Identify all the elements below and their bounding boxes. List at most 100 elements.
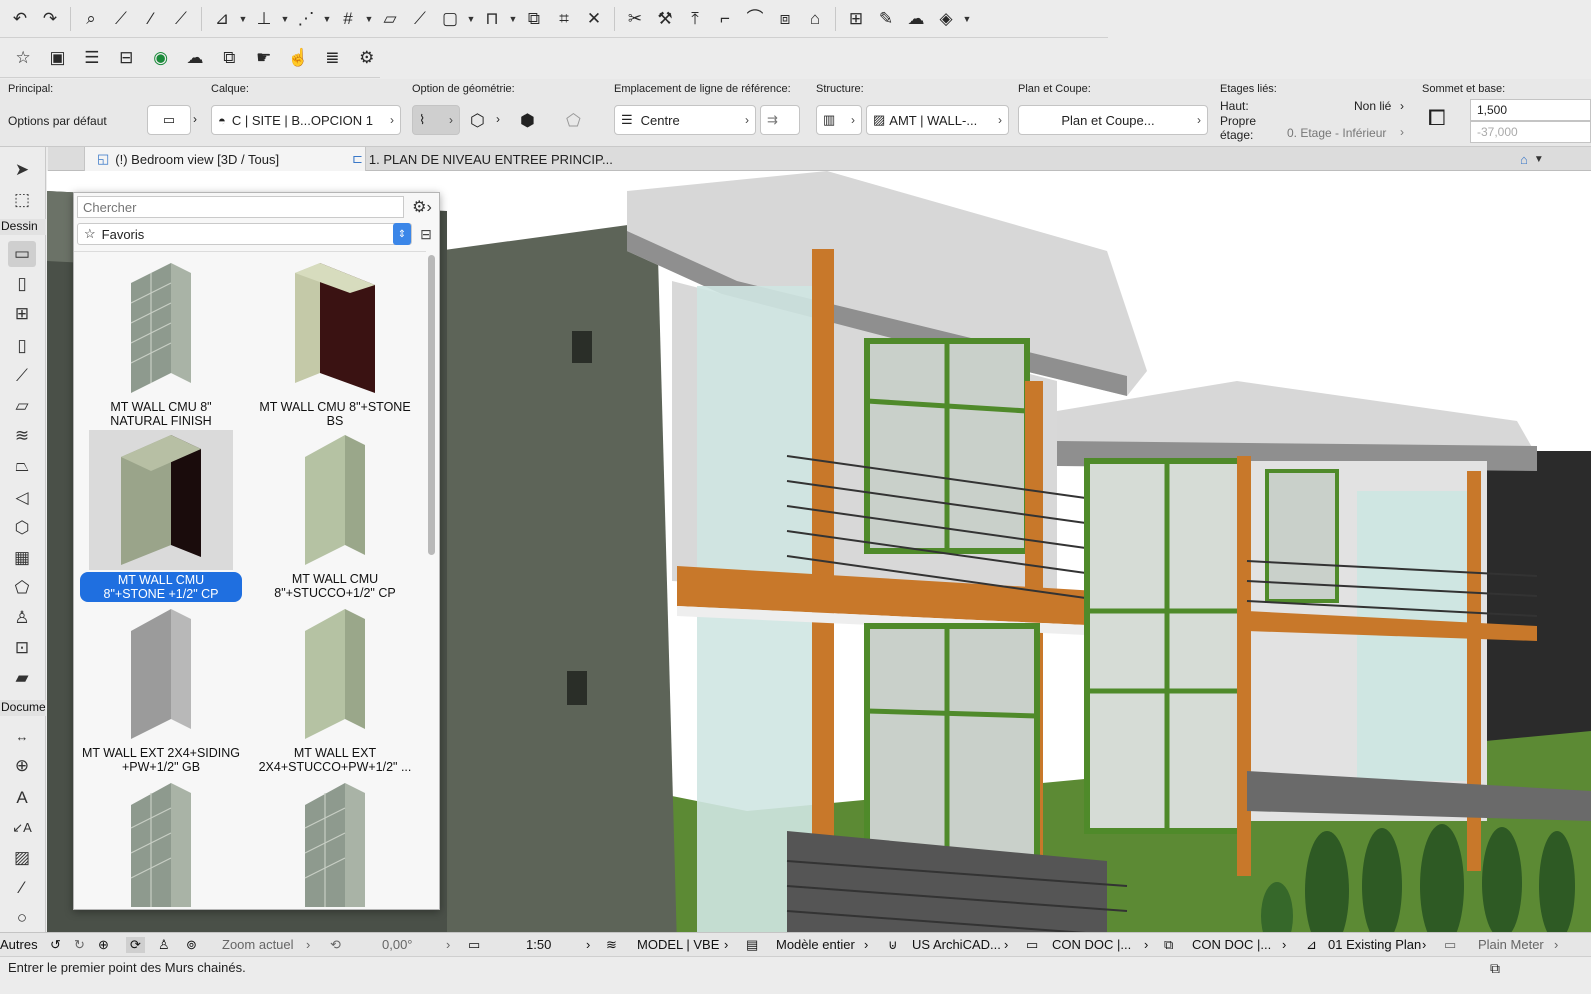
model-view-value[interactable]: Modèle entier — [776, 937, 855, 952]
angle-value[interactable]: 0,00° — [382, 937, 413, 952]
structure-selector[interactable]: ▨ AMT | WALL-... › — [866, 105, 1009, 135]
base-offset-field[interactable]: -37,000 — [1470, 121, 1591, 143]
chevron-right-icon[interactable]: › — [306, 937, 310, 952]
chevron-down-icon[interactable]: ▼ — [322, 14, 332, 24]
chevron-right-icon[interactable]: › — [1282, 937, 1286, 952]
favorite-item-selected[interactable]: MT WALL CMU 8"+STONE +1/2" CP — [76, 430, 246, 602]
undo-view-icon[interactable]: ↺ — [50, 937, 61, 953]
chevron-down-icon[interactable]: ▼ — [280, 14, 290, 24]
map-icon[interactable]: ⊟ — [113, 44, 139, 72]
guide-lines-icon[interactable]: ⊿ — [208, 5, 236, 33]
favorites-star-icon[interactable]: ☆ — [10, 44, 36, 72]
geometry-straight-button[interactable]: ⌇ › — [412, 105, 460, 135]
roof-icon[interactable]: ⌂ — [801, 5, 829, 33]
scale-value[interactable]: 1:50 — [526, 937, 551, 952]
favorite-item[interactable]: MT WALL EXT 2X4+STUCCO+PW+1/2" ... — [250, 604, 420, 776]
slanted-wall-icon[interactable]: ⬠ — [566, 111, 581, 131]
home-story-value[interactable]: 0. Etage - Inférieur — [1287, 126, 1386, 140]
trace-icon[interactable]: ⧉ — [520, 5, 548, 33]
favorite-item[interactable]: MT WALL CMU 8" NATURAL FINISH — [76, 258, 246, 430]
dimension-tool-icon[interactable]: ↔ — [8, 723, 36, 749]
redo-view-icon[interactable]: ↻ — [74, 937, 85, 953]
partial-structure-value[interactable]: CON DOC |... — [1192, 937, 1271, 952]
chevron-right-icon[interactable]: › — [1554, 937, 1558, 952]
favorite-item[interactable] — [76, 778, 246, 907]
chevron-right-icon[interactable]: › — [446, 937, 450, 952]
favorites-search-input[interactable] — [77, 196, 404, 218]
adjust-icon[interactable]: ⚒ — [651, 5, 679, 33]
elevate-icon[interactable]: ⤒ — [681, 5, 709, 33]
structure-type-button[interactable]: ▥ › — [816, 105, 862, 135]
chevron-down-icon[interactable]: ▼ — [962, 14, 972, 24]
chevron-down-icon[interactable]: ▼ — [238, 14, 248, 24]
edit-plane-icon[interactable]: ⟋ — [406, 5, 434, 33]
curve-icon[interactable]: ⌒ — [741, 5, 769, 33]
flip-refline-button[interactable]: ⇉ — [760, 105, 800, 135]
grid-snap-icon[interactable]: # — [334, 5, 362, 33]
group-icon[interactable]: ⊞ — [842, 5, 870, 33]
push-icon[interactable]: ☝ — [285, 44, 311, 72]
roof-tool-icon[interactable]: ⏢ — [8, 453, 36, 479]
cross-icon[interactable]: ✕ — [580, 5, 608, 33]
pen-icon[interactable]: ✎ — [872, 5, 900, 33]
chevron-right-icon[interactable]: › — [1004, 937, 1008, 952]
graphic-override-value[interactable]: CON DOC |... — [1052, 937, 1131, 952]
globe-icon[interactable]: ◉ — [147, 44, 173, 72]
layers-icon[interactable]: ☰ — [79, 44, 105, 72]
pen-set-value[interactable]: US ArchiCAD... — [912, 937, 1001, 952]
tab-3d-bedroom[interactable]: ◱ (!) Bedroom view [3D / Tous] — [84, 147, 366, 171]
beam-tool-icon[interactable]: ⟋ — [8, 363, 36, 389]
window-tool-icon[interactable]: ⊞ — [8, 301, 36, 327]
intersect-icon[interactable]: ✂ — [621, 5, 649, 33]
trapezoid-wall-icon[interactable]: ⬡ — [470, 111, 485, 131]
chevron-right-icon[interactable]: › — [1400, 99, 1404, 113]
object-tool-icon[interactable]: ♙ — [8, 605, 36, 631]
undo-icon[interactable]: ↶ — [6, 5, 34, 33]
zone-tool-icon[interactable]: ⊡ — [8, 635, 36, 661]
sun-plane-icon[interactable]: ▱ — [376, 5, 404, 33]
dimension-icon[interactable]: ⌗ — [550, 5, 578, 33]
line-tool-icon[interactable]: ⁄ — [8, 875, 36, 901]
zoom-in-icon[interactable]: ⊕ — [98, 937, 109, 953]
door-tool-icon[interactable]: ▯ — [8, 271, 36, 297]
fillet-icon[interactable]: ⌐ — [711, 5, 739, 33]
walk-icon[interactable]: ♙ — [158, 937, 170, 953]
palette-scrollbar[interactable] — [428, 255, 435, 555]
copy-icon[interactable]: ⧉ — [216, 44, 242, 72]
syringe-icon[interactable]: ⟋ — [167, 5, 195, 33]
top-offset-field[interactable]: 1,500 — [1470, 99, 1591, 121]
hand-icon[interactable]: ☛ — [251, 44, 277, 72]
favorite-item[interactable] — [250, 778, 420, 907]
chevron-right-icon[interactable]: › — [1144, 937, 1148, 952]
magic-wand-icon[interactable]: ⟋ — [107, 5, 135, 33]
layout-book-icon[interactable]: ▣ — [44, 44, 70, 72]
snap-points-icon[interactable]: ⋰ — [292, 5, 320, 33]
top-link-value[interactable]: Non lié — [1354, 99, 1391, 113]
cloud-icon[interactable]: ☁ — [902, 5, 930, 33]
gear-icon[interactable]: ⚙› — [407, 196, 437, 218]
renovation-value[interactable]: 01 Existing Plan — [1328, 937, 1421, 952]
refline-selector[interactable]: ☰ Centre › — [614, 105, 756, 135]
layer-selector[interactable]: ◓ C | SITE | B...OPCION 1 › — [211, 105, 401, 135]
marquee-tool-icon[interactable]: ⬚ — [8, 187, 36, 213]
polygon-wall-icon[interactable]: ⬢ — [520, 111, 535, 131]
chevron-down-icon[interactable]: ▼ — [364, 14, 374, 24]
chevron-right-icon[interactable]: › — [724, 937, 728, 952]
snap-guides-icon[interactable]: ⊥ — [250, 5, 278, 33]
column-tool-icon[interactable]: ▯ — [8, 333, 36, 359]
navigator-button[interactable]: ⌂ ▼ — [1508, 147, 1588, 171]
slab-tool-icon[interactable]: ▱ — [8, 393, 36, 419]
settings-icon[interactable]: ⚙ — [354, 44, 380, 72]
zoom-fit-icon[interactable]: ⊚ — [186, 937, 197, 953]
orbit-icon[interactable]: ⟳ — [126, 937, 145, 953]
circle-tool-icon[interactable]: ○ — [8, 905, 36, 931]
chevron-right-icon[interactable]: › — [586, 937, 590, 952]
plan-section-button[interactable]: Plan et Coupe... › — [1018, 105, 1208, 135]
chevron-down-icon[interactable]: ▼ — [508, 14, 518, 24]
favorite-item[interactable]: MT WALL CMU 8"+STUCCO+1/2" CP — [250, 430, 420, 602]
dimension-standard-value[interactable]: Plain Meter — [1478, 937, 1544, 952]
skylight-tool-icon[interactable]: ⬡ — [8, 515, 36, 541]
favorite-item[interactable]: MT WALL CMU 8"+STONE BS — [250, 258, 420, 430]
marquee-icon[interactable]: ▢ — [436, 5, 464, 33]
find-select-icon[interactable]: ⌕ — [77, 5, 105, 33]
